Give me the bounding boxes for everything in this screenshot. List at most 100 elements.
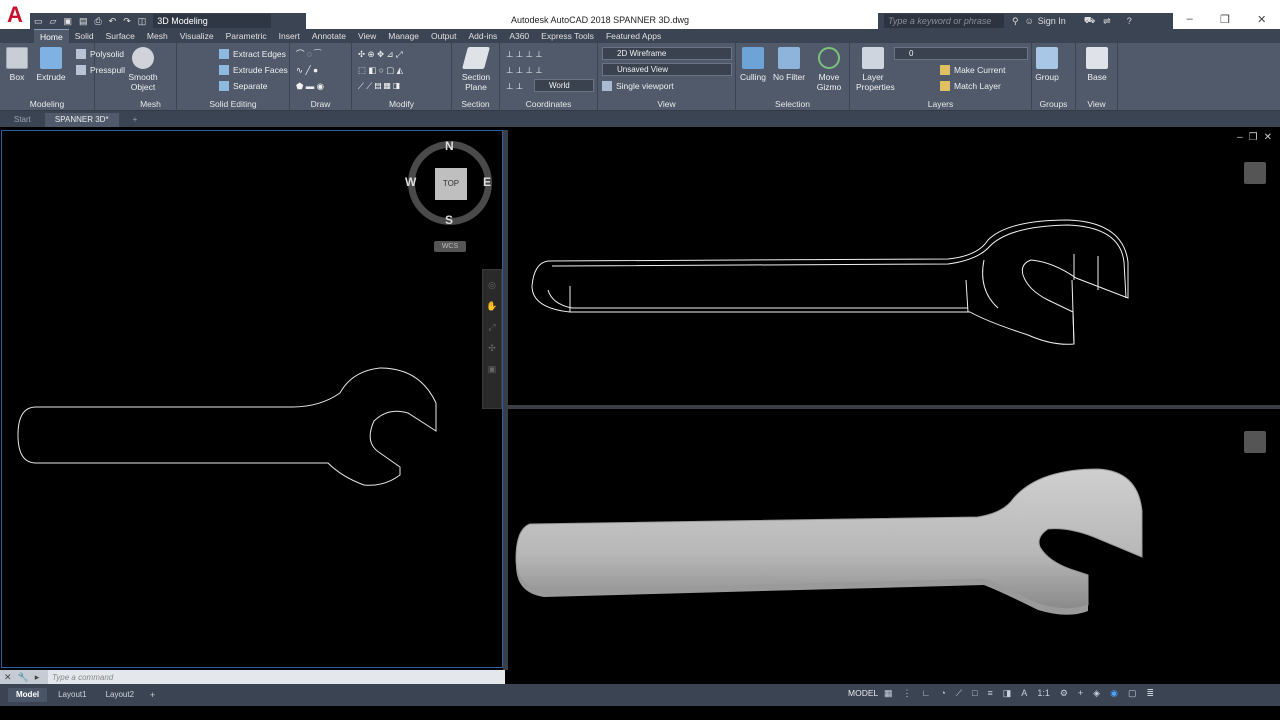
box-button[interactable]: Box <box>4 47 30 82</box>
modify-title[interactable]: Modify <box>352 99 451 109</box>
transparency-icon[interactable]: ◨ <box>1003 688 1012 699</box>
help-icon[interactable]: ? <box>1127 16 1132 26</box>
viewcube-mini-2[interactable] <box>1244 431 1266 453</box>
scale-select[interactable]: 1:1 <box>1037 688 1050 699</box>
layout-tab-layout2[interactable]: Layout2 <box>98 688 142 702</box>
viewport-config-button[interactable]: Single viewport <box>602 79 674 93</box>
ribbon-tab-mesh[interactable]: Mesh <box>141 29 174 43</box>
ribbon-tab-featured-apps[interactable]: Featured Apps <box>600 29 667 43</box>
ucs-tools-row3[interactable]: ⊥ ⊥ <box>506 79 523 93</box>
vp-close-icon[interactable]: ✕ <box>1264 132 1272 143</box>
workspace-select[interactable]: 3D Modeling <box>153 14 272 28</box>
group-button[interactable]: Group <box>1034 47 1060 82</box>
orbit-icon[interactable]: ✣ <box>483 343 501 354</box>
ribbon-tab-visualize[interactable]: Visualize <box>174 29 220 43</box>
extract-edges-button[interactable]: Extract Edges <box>219 47 286 61</box>
annotation-icon[interactable]: A <box>1021 688 1027 699</box>
snap-icon[interactable]: ⋮ <box>903 688 912 699</box>
section-title[interactable]: Section <box>452 99 499 109</box>
ribbon-tab-a360[interactable]: A360 <box>503 29 535 43</box>
layer-properties-button[interactable]: Layer Properties <box>856 47 895 92</box>
layers-title[interactable]: Layers <box>850 99 1031 109</box>
add-layout-icon[interactable]: + <box>150 690 155 700</box>
exchange-icon[interactable]: ⇌ <box>1103 16 1111 27</box>
close-icon[interactable]: ✕ <box>1257 13 1266 29</box>
presspull-button[interactable]: Presspull <box>76 63 125 77</box>
osnap-icon[interactable]: □ <box>972 688 977 699</box>
sign-in-button[interactable]: Sign In <box>1038 16 1066 26</box>
search-input[interactable]: Type a keyword or phrase <box>884 14 1004 28</box>
modify-tools-row1[interactable]: ✣ ⊕ ✥ ⊿ ⤢ <box>358 47 403 61</box>
view2-title[interactable]: View <box>1076 99 1117 109</box>
visual-style-select[interactable]: 2D Wireframe <box>602 47 732 60</box>
minimize-icon[interactable]: – <box>1187 13 1193 29</box>
viewcube-mini-1[interactable] <box>1244 162 1266 184</box>
pan-icon[interactable]: ✋ <box>483 301 501 312</box>
ribbon-tab-express-tools[interactable]: Express Tools <box>535 29 600 43</box>
groups-title[interactable]: Groups <box>1032 99 1075 109</box>
ortho-icon[interactable]: ∟ <box>922 688 931 699</box>
ribbon-tab-surface[interactable]: Surface <box>100 29 141 43</box>
section-plane-button[interactable]: Section Plane <box>458 47 494 92</box>
culling-button[interactable]: Culling <box>738 47 768 82</box>
move-gizmo-button[interactable]: Move Gizmo <box>814 47 844 92</box>
save-as-icon[interactable]: ▤ <box>79 16 88 27</box>
draw-title[interactable]: Draw <box>290 99 351 109</box>
ribbon-tab-output[interactable]: Output <box>425 29 463 43</box>
base-button[interactable]: Base <box>1084 47 1110 82</box>
solid-editing-title[interactable]: Solid Editing <box>177 99 289 109</box>
separate-button[interactable]: Separate <box>219 79 268 93</box>
undo-icon[interactable]: ↶ <box>109 16 117 27</box>
plus-icon[interactable]: + <box>1078 688 1083 699</box>
compass-south[interactable]: S <box>445 213 453 227</box>
restore-icon[interactable]: ❐ <box>1220 13 1230 29</box>
modeling-title[interactable]: Modeling <box>0 99 94 109</box>
vp-restore-icon[interactable]: ❐ <box>1249 132 1258 143</box>
coordinates-title[interactable]: Coordinates <box>500 99 597 109</box>
ribbon-tab-view[interactable]: View <box>352 29 382 43</box>
ribbon-tab-manage[interactable]: Manage <box>382 29 425 43</box>
customize-icon[interactable]: ≣ <box>1146 688 1154 699</box>
settings-icon[interactable]: ⚙ <box>1060 688 1068 699</box>
ribbon-tab-solid[interactable]: Solid <box>69 29 100 43</box>
plot-icon[interactable]: ◫ <box>138 16 147 27</box>
steering-wheel-icon[interactable]: ◎ <box>483 280 501 291</box>
make-current-button[interactable]: Make Current <box>940 63 1006 77</box>
recent-cmd-icon[interactable]: ▸ <box>35 672 40 683</box>
cart-icon[interactable]: ⛟ <box>1084 15 1095 27</box>
extrude-faces-button[interactable]: Extrude Faces <box>219 63 288 77</box>
named-view-select[interactable]: Unsaved View <box>602 63 732 76</box>
ribbon-tab-annotate[interactable]: Annotate <box>306 29 352 43</box>
extrude-button[interactable]: Extrude <box>34 47 68 82</box>
selection-title[interactable]: Selection <box>736 99 849 109</box>
model-space-toggle[interactable]: MODEL <box>848 688 878 698</box>
polysolid-button[interactable]: Polysolid <box>76 47 124 61</box>
no-filter-button[interactable]: No Filter <box>772 47 806 82</box>
layer-select[interactable]: 0 <box>894 47 1028 60</box>
binoculars-icon[interactable]: ⚲ <box>1012 16 1019 27</box>
lineweight-icon[interactable]: ≡ <box>988 688 993 699</box>
isolate-icon[interactable]: ◈ <box>1093 688 1100 699</box>
vp-minimize-icon[interactable]: – <box>1237 132 1243 143</box>
layout-tab-model[interactable]: Model <box>8 688 48 702</box>
modify-tools-row3[interactable]: ⟋ ⟋ ▤ ▦ ◨ <box>358 79 400 93</box>
redo-icon[interactable]: ↷ <box>123 16 131 27</box>
mesh-title[interactable]: Mesh <box>125 99 176 109</box>
ribbon-tab-insert[interactable]: Insert <box>273 29 306 43</box>
ribbon-tab-parametric[interactable]: Parametric <box>220 29 273 43</box>
print-icon[interactable]: ⎙ <box>94 16 101 27</box>
showmotion-icon[interactable]: ▣ <box>483 364 501 375</box>
modify-tools-row2[interactable]: ⬚ ◧ ○ ▢ ◭ <box>358 63 403 77</box>
new-icon[interactable]: ▭ <box>34 16 43 27</box>
match-layer-button[interactable]: Match Layer <box>940 79 1001 93</box>
command-input[interactable]: Type a command <box>52 673 113 682</box>
ucs-tools-row1[interactable]: ⊥ ⊥ ⊥ ⊥ <box>506 47 543 61</box>
viewport-shaded[interactable] <box>508 409 1280 668</box>
compass-west[interactable]: W <box>405 175 416 189</box>
close-cmd-icon[interactable]: ✕ <box>4 672 12 683</box>
customize-cmd-icon[interactable]: 🔧 <box>18 672 29 683</box>
view-title[interactable]: View <box>598 99 735 109</box>
draw-tools-row3[interactable]: ⬟ ▬ ◉ <box>296 79 324 93</box>
zoom-icon[interactable]: ⤢ <box>483 322 501 333</box>
ucs-tools-row2[interactable]: ⊥ ⊥ ⊥ ⊥ <box>506 63 543 77</box>
